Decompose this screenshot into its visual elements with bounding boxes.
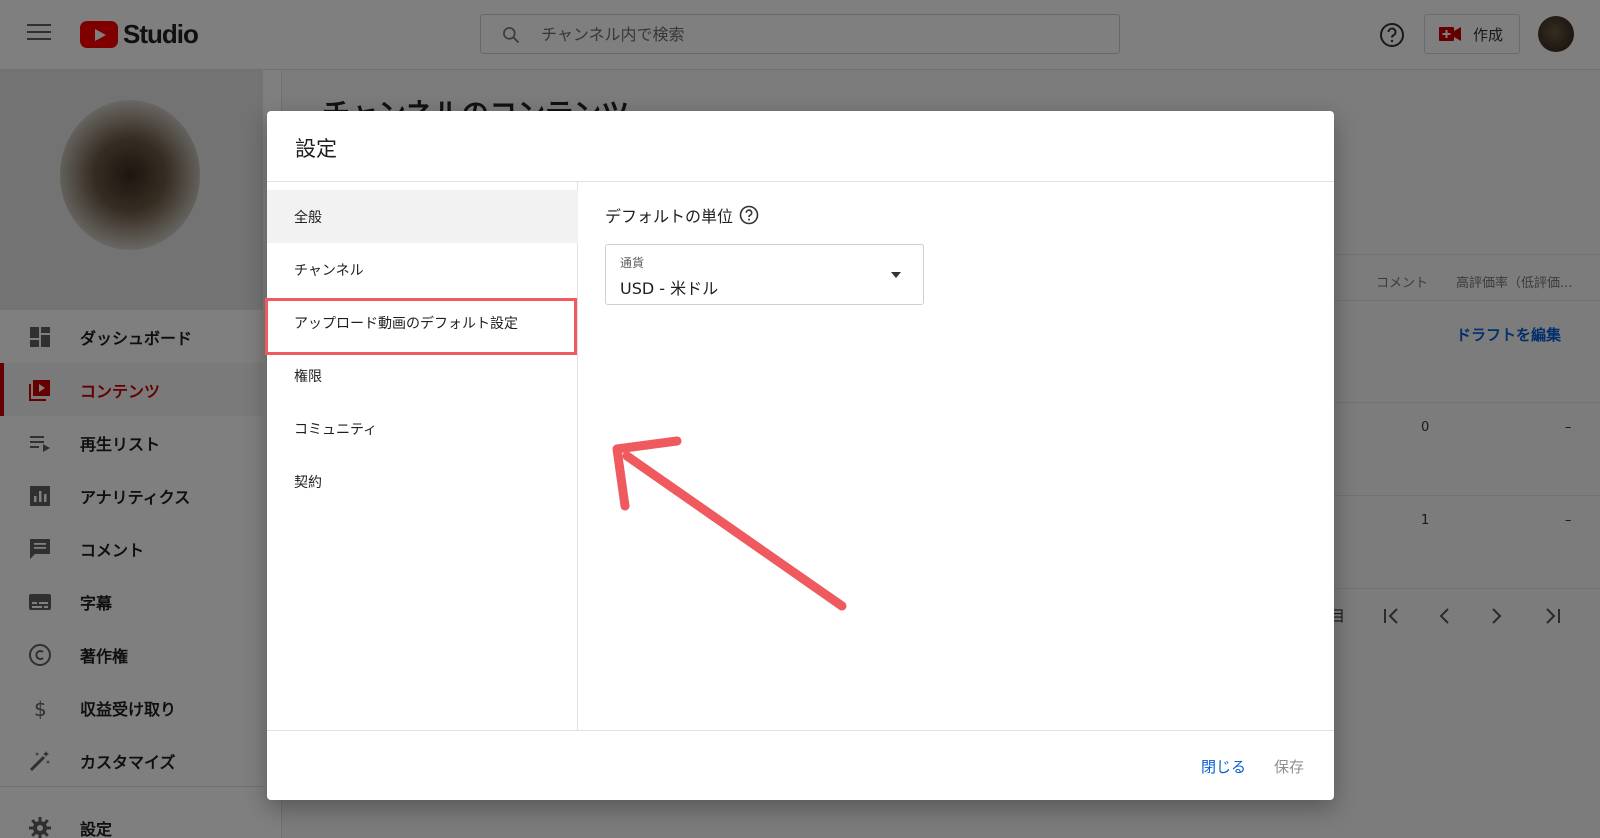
dialog-divider (267, 730, 1334, 731)
dialog-title: 設定 (295, 137, 337, 161)
arrow-annotation (612, 436, 847, 611)
settings-tab-general[interactable]: 全般 (267, 190, 578, 243)
close-button[interactable]: 閉じる (1201, 756, 1246, 777)
settings-tab-community[interactable]: コミュニティ (267, 402, 578, 455)
currency-value: USD - 米ドル (620, 279, 719, 298)
highlight-annotation (265, 298, 577, 355)
help-icon[interactable] (739, 205, 759, 225)
save-button[interactable]: 保存 (1274, 756, 1304, 777)
chevron-down-icon (891, 272, 901, 278)
settings-tab-agreements[interactable]: 契約 (267, 455, 578, 508)
settings-nav: 全般 チャンネル アップロード動画のデフォルト設定 権限 コミュニティ 契約 (267, 182, 578, 730)
settings-tab-channel[interactable]: チャンネル (267, 243, 578, 296)
default-units-heading: デフォルトの単位 (605, 203, 759, 227)
currency-label: 通貨 (620, 256, 645, 270)
settings-dialog: 設定 全般 チャンネル アップロード動画のデフォルト設定 権限 コミュニティ 契… (265, 111, 1334, 800)
currency-select[interactable]: 通貨 USD - 米ドル (605, 244, 924, 305)
section-title-text: デフォルトの単位 (605, 207, 734, 226)
settings-tab-permissions[interactable]: 権限 (267, 349, 578, 402)
